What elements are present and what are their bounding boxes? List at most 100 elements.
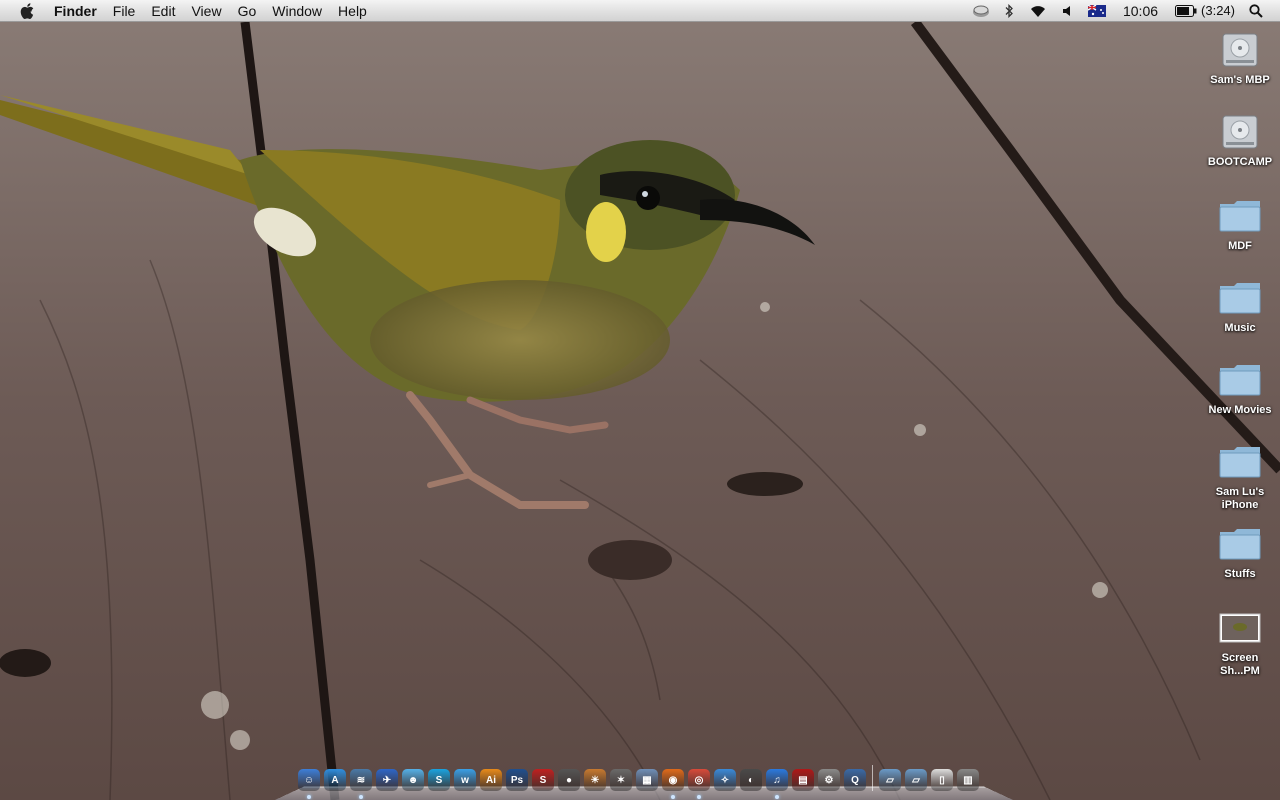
- spotlight-search-icon[interactable]: [1249, 0, 1263, 22]
- applications-stack-icon[interactable]: ▱: [879, 769, 901, 791]
- desktop-icon-mdf[interactable]: MDF: [1200, 194, 1280, 253]
- hard-drive-icon: [1218, 110, 1262, 154]
- trash-icon[interactable]: ▥: [957, 769, 979, 791]
- skype-glyph: S: [435, 774, 443, 786]
- itunes-icon[interactable]: ♫: [766, 769, 788, 799]
- sbx-icon[interactable]: S: [532, 769, 554, 791]
- firefox-icon[interactable]: ◉: [662, 769, 684, 799]
- itunes-glyph: ♫: [773, 774, 781, 786]
- settings-wrench-icon[interactable]: ✶: [610, 769, 632, 791]
- running-indicator: [307, 795, 311, 799]
- mail-bird-icon[interactable]: ✈: [376, 769, 398, 791]
- illustrator-glyph: Ai: [486, 774, 496, 786]
- folder-icon: [1218, 522, 1262, 566]
- messenger-icon[interactable]: ☻: [402, 769, 424, 791]
- firefox-glyph: ◉: [668, 774, 678, 786]
- desktop-icon-bootcamp[interactable]: BOOTCAMP: [1200, 110, 1280, 169]
- menu-edit[interactable]: Edit: [143, 0, 183, 22]
- iphoto-icon[interactable]: ☀: [584, 769, 606, 791]
- desktop-wallpaper: [0, 0, 1280, 800]
- skype-icon[interactable]: S: [428, 769, 450, 791]
- wave-app-icon[interactable]: w: [454, 769, 476, 791]
- volume-icon[interactable]: [1062, 0, 1074, 22]
- menu-go[interactable]: Go: [230, 0, 265, 22]
- bluetooth-icon[interactable]: [1004, 0, 1014, 22]
- battery-time-remaining[interactable]: (3:24): [1201, 3, 1235, 18]
- app-store-icon[interactable]: A: [324, 769, 346, 791]
- dock: ☺ A ≋ ✈ ☻ Sw Ai Ps S ● ☀ ✶ ▦ ◉ ◎ ✧ ◐ ♫ ▤ ⚙ Q ▱ ▱ ▯ ▥: [275, 764, 1013, 800]
- photoshop-glyph: Ps: [510, 774, 524, 786]
- dock-separator: [872, 765, 873, 791]
- messenger-glyph: ☻: [407, 774, 419, 786]
- facetime-icon[interactable]: ◐: [740, 769, 762, 791]
- battery-icon[interactable]: [1175, 0, 1197, 22]
- mail-bird-glyph: ✈: [382, 774, 392, 786]
- photoshop-icon[interactable]: Ps: [506, 769, 528, 791]
- desktop-icon-label: New Movies: [1208, 404, 1272, 416]
- chrome-glyph: ◎: [694, 774, 704, 786]
- system-preferences-glyph: ⚙: [824, 774, 834, 786]
- photo-booth-icon[interactable]: ▤: [792, 769, 814, 791]
- desktop-icon-iphone[interactable]: Sam Lu's iPhone: [1200, 440, 1280, 512]
- photo-booth-glyph: ▤: [798, 774, 808, 786]
- desktop-icon-screenshot[interactable]: Screen Sh...PM: [1200, 606, 1280, 678]
- desktop-icon-label: MDF: [1228, 240, 1252, 252]
- desktop-icon-stuffs[interactable]: Stuffs: [1200, 522, 1280, 581]
- menu-window[interactable]: Window: [264, 0, 330, 22]
- safari-glyph: ✧: [720, 774, 730, 786]
- menu-view[interactable]: View: [183, 0, 229, 22]
- folder-icon: [1218, 440, 1262, 484]
- desktop-icon-music[interactable]: Music: [1200, 276, 1280, 335]
- desktop-icon-sams-mbp[interactable]: Sam's MBP: [1200, 28, 1280, 87]
- desktop-icon-label: Sam's MBP: [1210, 74, 1270, 86]
- apple-menu-icon[interactable]: [18, 2, 36, 20]
- network-utility-icon[interactable]: ≋: [350, 769, 372, 799]
- downloads-stack-icon[interactable]: ▯: [931, 769, 953, 791]
- iphoto-glyph: ☀: [590, 774, 600, 786]
- downloads-stack-glyph: ▯: [939, 774, 945, 786]
- finder-icon[interactable]: ☺: [298, 769, 320, 799]
- chrome-icon[interactable]: ◎: [688, 769, 710, 799]
- folder-icon: [1218, 194, 1262, 238]
- time-machine-icon[interactable]: [972, 0, 990, 22]
- folder-icon: [1218, 276, 1262, 320]
- system-preferences-icon[interactable]: ⚙: [818, 769, 840, 791]
- illustrator-icon[interactable]: Ai: [480, 769, 502, 791]
- dock-items: ☺ A ≋ ✈ ☻ Sw Ai Ps S ● ☀ ✶ ▦ ◉ ◎ ✧ ◐ ♫ ▤ ⚙ Q ▱ ▱ ▯ ▥: [298, 765, 983, 799]
- sbx-glyph: S: [539, 774, 547, 786]
- desktop-icon-label: BOOTCAMP: [1207, 156, 1273, 168]
- settings-wrench-glyph: ✶: [616, 774, 626, 786]
- network-utility-glyph: ≋: [356, 774, 366, 786]
- running-indicator: [775, 795, 779, 799]
- desktop-icon-label: Music: [1224, 322, 1256, 334]
- running-indicator: [359, 795, 363, 799]
- quicktime-glyph: Q: [851, 774, 859, 786]
- facetime-glyph: ◐: [747, 774, 755, 786]
- screenshot-thumbnail-icon: [1218, 606, 1262, 650]
- preview-icon[interactable]: ▦: [636, 769, 658, 791]
- menu-bar: Finder File Edit View Go Window Help 10:…: [0, 0, 1280, 22]
- menu-file[interactable]: File: [105, 0, 144, 22]
- desktop-icon-new-movies[interactable]: New Movies: [1200, 358, 1280, 417]
- wifi-icon[interactable]: [1028, 0, 1048, 22]
- australia-flag-icon[interactable]: [1087, 0, 1106, 22]
- desktop-icon-label: Sam Lu's iPhone: [1215, 486, 1265, 511]
- dvd-player-icon[interactable]: ●: [558, 769, 580, 791]
- safari-icon[interactable]: ✧: [714, 769, 736, 791]
- finder-glyph: ☺: [303, 774, 315, 786]
- app-store-glyph: A: [331, 774, 339, 786]
- dvd-player-glyph: ●: [565, 774, 573, 786]
- documents-stack-icon[interactable]: ▱: [905, 769, 927, 791]
- menubar-clock[interactable]: 10:06: [1123, 3, 1158, 19]
- status-area: 10:06 (3:24): [965, 0, 1280, 22]
- quicktime-icon[interactable]: Q: [844, 769, 866, 791]
- applications-stack-glyph: ▱: [886, 774, 894, 786]
- preview-glyph: ▦: [642, 774, 652, 786]
- folder-icon: [1218, 358, 1262, 402]
- menu-help[interactable]: Help: [330, 0, 375, 22]
- documents-stack-glyph: ▱: [912, 774, 920, 786]
- menu-app-finder[interactable]: Finder: [54, 0, 105, 22]
- running-indicator: [671, 795, 675, 799]
- hard-drive-icon: [1218, 28, 1262, 72]
- trash-glyph: ▥: [963, 774, 973, 786]
